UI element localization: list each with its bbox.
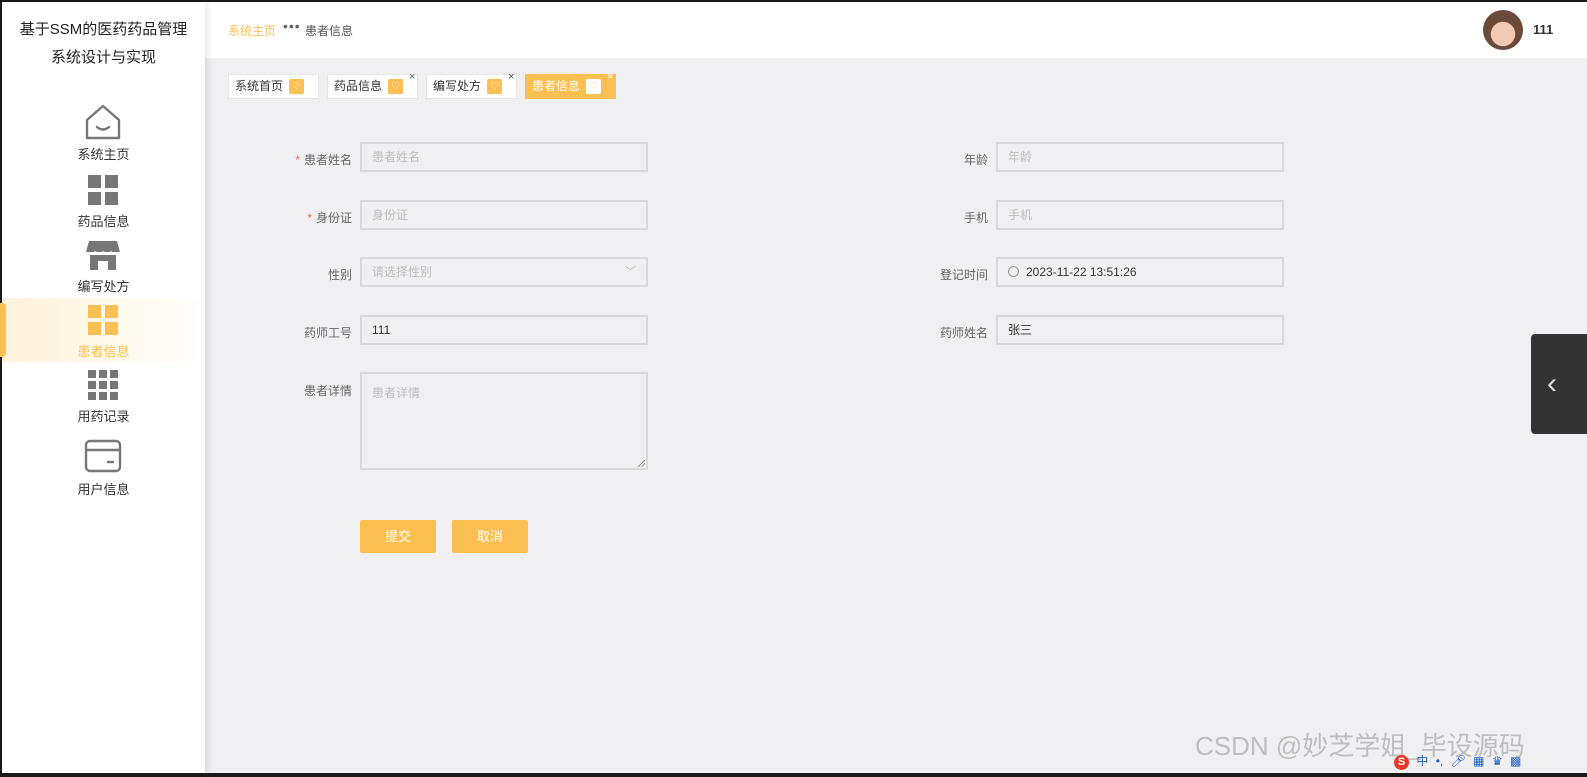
tab-patients[interactable]: 患者信息 ♡ × [525,71,616,99]
sidebar-item-label: 用户信息 [77,482,130,497]
tab-label: 编写处方 [433,79,482,93]
top-header: 系统主页 ••• 患者信息 111 [205,2,1587,58]
tab-drugs[interactable]: 药品信息 ♡ × [327,71,418,99]
close-icon[interactable]: × [607,70,613,84]
heart-icon: ♡ [289,79,304,94]
register-time-value: 2023-11-22 13:51:26 [1026,265,1137,279]
label-text: 患者姓名 [303,153,352,167]
patient-name-input[interactable]: 患者姓名 [360,142,648,172]
sidebar-item-home[interactable]: 系统主页 [2,100,205,164]
required-marker: * [307,211,312,225]
details-label: 患者详情 [303,384,352,398]
card-icon [84,439,122,473]
cancel-button[interactable]: 取消 [452,520,528,553]
heart-icon: ♡ [487,79,502,94]
microphone-icon[interactable]: 🎤︎ [1451,754,1466,768]
textarea-placeholder: 患者详情 [372,386,421,400]
label-text: 身份证 [315,211,352,225]
sidebar-item-medication-records[interactable]: 用药记录 [2,363,205,427]
grid-nine-icon [88,370,118,400]
close-icon[interactable]: × [508,70,514,84]
app-title-line2: 系统设计与实现 [50,49,156,66]
resize-grip-icon[interactable] [638,460,645,467]
sidebar-item-drugs[interactable]: 药品信息 [2,168,205,232]
sidebar-item-users[interactable]: 用户信息 [2,436,205,500]
toolbox-icon[interactable]: ▩ [1510,754,1521,768]
chevron-down-icon: ﹀ [625,266,636,278]
tab-label: 系统首页 [235,79,284,93]
avatar[interactable] [1483,10,1523,50]
home-icon [85,104,121,140]
gender-label: 性别 [327,268,352,282]
breadcrumb-separator: ••• [283,18,301,34]
register-time-picker[interactable]: 2023-11-22 13:51:26 [996,257,1284,287]
shop-icon [85,241,121,270]
sidebar-item-label: 患者信息 [77,344,130,359]
sidebar-item-label: 系统主页 [77,147,130,162]
heart-icon: ♡ [586,79,601,94]
details-textarea[interactable]: 患者详情 [360,372,648,470]
system-tray: S 中 •, 🎤︎ ▦ ♛ ▩ [1394,752,1587,770]
app-title-line1: 基于SSM的医药药品管理 [19,21,188,38]
id-card-input[interactable]: 身份证 [360,200,648,230]
keyboard-icon[interactable]: ▦ [1473,754,1484,768]
age-input[interactable]: 年龄 [996,142,1284,172]
patient-name-label: * 患者姓名 [212,151,352,168]
phone-input[interactable]: 手机 [996,200,1284,230]
heart-icon: ♡ [388,79,403,94]
tab-label: 药品信息 [334,79,383,93]
tab-prescription[interactable]: 编写处方 ♡ × [426,71,517,99]
sidebar-item-label: 药品信息 [77,214,130,229]
pharmacist-name-input[interactable]: 张三 [996,315,1284,345]
close-icon[interactable]: × [409,70,415,84]
panel-toggle-button[interactable]: ‹ [1531,334,1587,434]
grid-four-icon [88,305,118,335]
chevron-left-icon: ‹ [1547,367,1557,400]
select-placeholder: 请选择性别 [372,265,433,279]
punctuation-icon[interactable]: •, [1436,754,1444,768]
clock-icon [1008,266,1019,278]
gender-select[interactable]: 请选择性别 ﹀ [360,257,648,287]
pharmacist-id-label: 药师工号 [303,326,352,340]
sidebar-item-label: 编写处方 [77,279,130,294]
breadcrumb-current: 患者信息 [305,24,354,38]
register-time-label: 登记时间 [939,268,988,282]
age-label: 年龄 [963,153,988,167]
submit-button[interactable]: 提交 [360,520,436,553]
tab-home[interactable]: 系统首页 ♡ [228,74,319,99]
pharmacist-id-input[interactable]: 111 [360,315,648,345]
sidebar-item-label: 用药记录 [77,409,130,424]
breadcrumb-home[interactable]: 系统主页 [228,22,276,39]
sidebar-item-patients[interactable]: 患者信息 [0,298,205,362]
sidebar-item-prescription[interactable]: 编写处方 [2,233,205,297]
window-frame-bottom [0,773,1587,777]
tab-label: 患者信息 [532,79,581,93]
id-card-label: * 身份证 [212,209,352,226]
phone-label: 手机 [963,211,988,225]
sidebar: 基于SSM的医药药品管理 系统设计与实现 系统主页 药品信息 编写处方 患者信息… [0,2,205,773]
grid-four-icon [88,175,118,205]
app-title: 基于SSM的医药药品管理 系统设计与实现 [2,16,205,72]
required-marker: * [295,153,300,167]
user-name[interactable]: 111 [1533,22,1553,37]
pharmacist-name-label: 药师姓名 [939,326,988,340]
ime-mode[interactable]: 中 [1416,752,1428,769]
skin-icon[interactable]: ♛ [1492,754,1503,768]
ime-logo-icon[interactable]: S [1394,755,1409,770]
